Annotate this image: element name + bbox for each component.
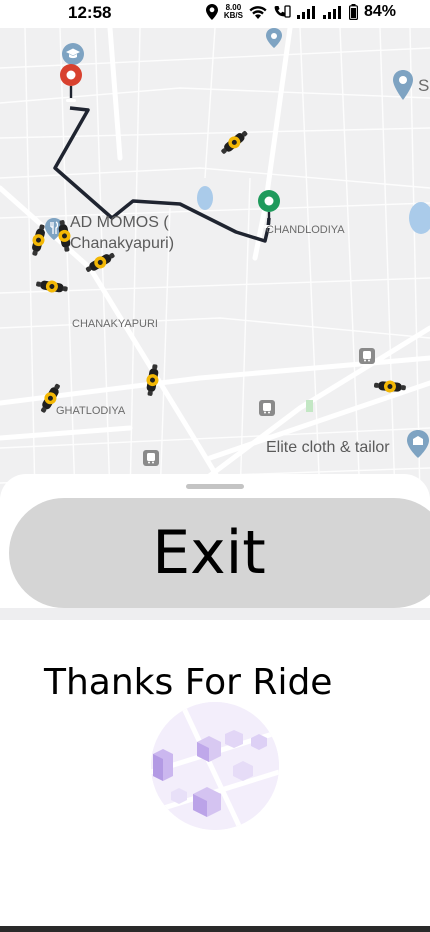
location-icon [205, 4, 218, 20]
signal-1-icon [296, 5, 315, 19]
map-label-edge: S [418, 76, 430, 95]
poi-pin-top-icon[interactable] [264, 28, 284, 48]
network-speed: 8.00 KB/S [224, 4, 243, 20]
network-speed-unit: KB/S [223, 11, 243, 20]
map-label-chandlodiya: CHANDLODIYA [266, 224, 345, 236]
volte-call-icon [274, 5, 291, 18]
status-time: 12:58 [68, 3, 112, 22]
exit-button[interactable]: Exit [9, 498, 430, 608]
pickup-pin-icon[interactable] [59, 63, 83, 103]
water-body [197, 186, 213, 210]
signal-2-icon [322, 5, 341, 19]
shop-pin-icon[interactable] [406, 430, 430, 458]
wifi-icon [249, 6, 267, 19]
map-view[interactable]: S AD MOMOS ( Chanakyapuri) CHANDLODIYA C… [0, 28, 430, 498]
drop-pin-icon[interactable] [257, 189, 281, 229]
map-label-ghatlodiya: GHATLODIYA [56, 405, 126, 417]
scooter-icon[interactable] [33, 267, 70, 304]
map-label-restaurant-line2[interactable]: Chanakyapuri) [70, 235, 174, 253]
status-icons: 8.00 KB/S 84% [205, 3, 396, 21]
water-body [409, 202, 430, 234]
battery-icon [348, 4, 358, 20]
bus-stop-icon[interactable] [359, 348, 375, 364]
sheet-drag-handle[interactable] [186, 484, 244, 489]
section-divider [0, 608, 430, 620]
city-illustration [151, 702, 279, 830]
poi-pin-right-icon[interactable] [392, 70, 414, 100]
park-area [306, 400, 313, 412]
system-nav-bar [0, 926, 430, 932]
thanks-text: Thanks For Ride [44, 662, 333, 703]
map-label-chanakyapuri: CHANAKYAPURI [72, 318, 158, 330]
bus-stop-icon[interactable] [259, 400, 275, 416]
map-label-restaurant[interactable]: AD MOMOS ( [70, 214, 169, 232]
bus-stop-icon[interactable] [143, 450, 159, 466]
battery-percent: 84% [363, 3, 396, 20]
scooter-icon[interactable] [373, 369, 408, 404]
status-bar: 12:58 8.00 KB/S 84% [0, 0, 430, 28]
map-label-elite[interactable]: Elite cloth & tailor [266, 439, 390, 457]
scooter-icon[interactable] [133, 361, 170, 398]
